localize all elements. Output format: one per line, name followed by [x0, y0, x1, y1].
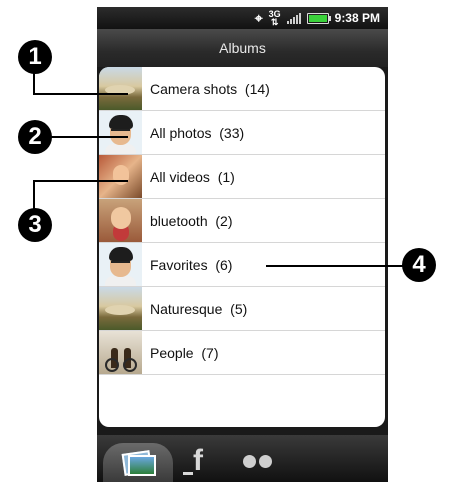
callout-2-leader — [50, 136, 128, 138]
callout-2: 2 — [18, 120, 52, 154]
album-row-bluetooth[interactable]: bluetooth (2) — [99, 199, 385, 243]
album-thumbnail — [99, 331, 142, 374]
album-thumbnail — [99, 155, 142, 198]
callout-3: 3 — [18, 208, 52, 242]
battery-icon — [306, 12, 331, 24]
album-row-all-videos[interactable]: All videos (1) — [99, 155, 385, 199]
album-row-camera-shots[interactable]: Camera shots (14) — [99, 67, 385, 111]
album-list: Camera shots (14) All photos (33) All vi… — [99, 67, 385, 427]
album-label: Naturesque (5) — [150, 300, 248, 317]
callout-1-leader-v — [33, 70, 35, 94]
photo-albums-icon — [121, 449, 156, 476]
album-thumbnail — [99, 67, 142, 110]
album-thumbnail — [99, 287, 142, 330]
callout-1-leader-h — [33, 93, 128, 95]
status-bar: ⌖ 3G ⇅ 9:38 PM — [97, 7, 388, 29]
flickr-tab[interactable] — [243, 455, 272, 468]
album-row-naturesque[interactable]: Naturesque (5) — [99, 287, 385, 331]
signal-icon — [286, 12, 301, 24]
album-thumbnail — [99, 199, 142, 242]
page-title: Albums — [97, 29, 388, 67]
phone-screen: ⌖ 3G ⇅ 9:38 PM Albums Camera shots (14) A… — [97, 7, 388, 482]
bottom-tab-bar: f — [97, 435, 388, 482]
callout-3-leader-v — [33, 181, 35, 211]
flickr-icon — [243, 455, 256, 468]
network-type-label: 3G — [268, 9, 281, 19]
album-label: All photos (33) — [150, 124, 245, 141]
album-label: Camera shots (14) — [150, 80, 270, 97]
album-row-all-photos[interactable]: All photos (33) — [99, 111, 385, 155]
facebook-icon: f — [193, 444, 203, 477]
albums-tab[interactable] — [103, 443, 173, 482]
album-thumbnail — [99, 111, 142, 154]
facebook-tab[interactable]: f — [183, 444, 213, 477]
callout-4-leader — [266, 265, 404, 267]
album-label: bluetooth (2) — [150, 212, 233, 229]
album-thumbnail — [99, 243, 142, 286]
album-row-people[interactable]: People (7) — [99, 331, 385, 375]
album-label: All videos (1) — [150, 168, 235, 185]
callout-4: 4 — [402, 248, 436, 282]
callout-1: 1 — [18, 40, 52, 74]
album-label: People (7) — [150, 344, 219, 361]
3g-icon: 3G ⇅ — [268, 9, 281, 27]
callout-3-leader-h — [33, 180, 128, 182]
gps-icon: ⌖ — [254, 10, 263, 26]
album-label: Favorites (6) — [150, 256, 233, 273]
status-time: 9:38 PM — [334, 11, 380, 25]
